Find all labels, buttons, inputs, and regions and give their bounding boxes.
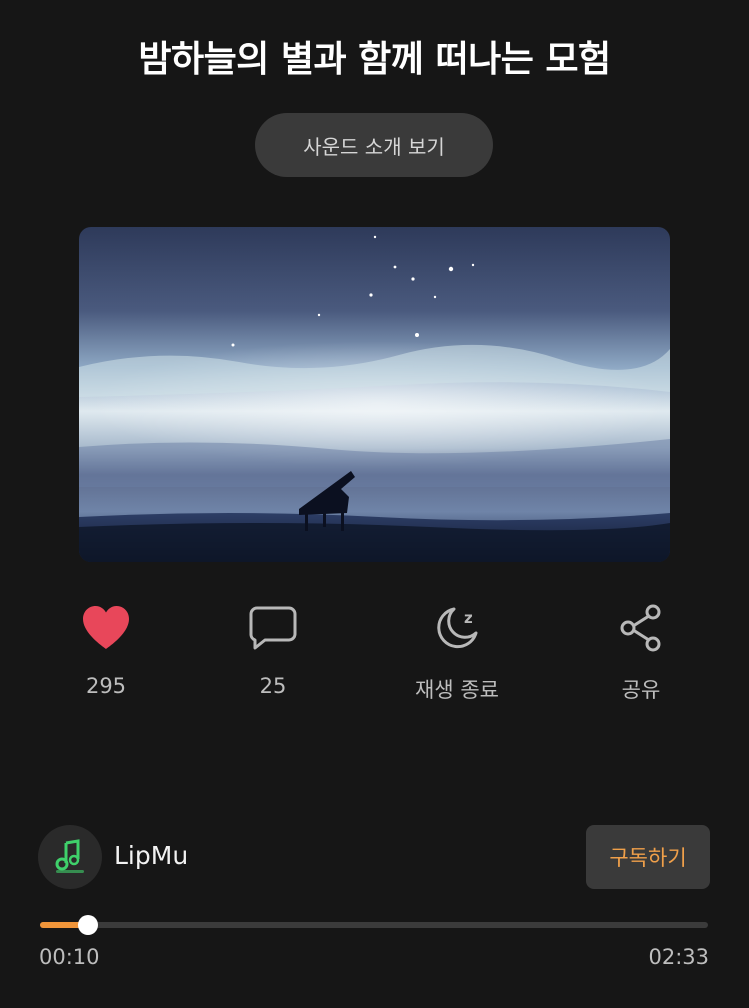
page-title: 밤하늘의 별과 함께 떠나는 모험 [138, 39, 611, 80]
creator-name[interactable]: LipMu [114, 841, 188, 870]
cover-artwork [79, 227, 670, 562]
svg-text:z: z [464, 609, 473, 627]
progress-track[interactable] [40, 922, 708, 928]
comment-count: 25 [259, 674, 287, 698]
share-icon [613, 600, 669, 656]
sleep-timer-button[interactable]: z 재생 종료 [387, 600, 527, 710]
progress-slider[interactable] [40, 915, 708, 935]
sound-intro-button[interactable]: 사운드 소개 보기 [255, 113, 493, 177]
music-note-logo-icon [55, 839, 84, 873]
moon-icon: z [429, 600, 485, 656]
heart-icon [78, 600, 134, 656]
creator-row: LipMu 구독하기 [38, 825, 710, 889]
comment-button[interactable]: 25 [203, 600, 343, 710]
night-sky-piano-image [79, 227, 670, 562]
avatar[interactable] [38, 825, 102, 889]
progress-thumb[interactable] [78, 915, 98, 935]
share-label: 공유 [621, 678, 661, 702]
like-button[interactable]: 295 [36, 600, 176, 710]
current-time: 00:10 [39, 945, 100, 969]
comment-icon [245, 600, 301, 656]
action-bar: 295 25 z 재생 종료 공유 [0, 600, 749, 710]
total-time: 02:33 [648, 945, 709, 969]
share-button[interactable]: 공유 [571, 600, 711, 710]
subscribe-button[interactable]: 구독하기 [586, 825, 710, 889]
like-count: 295 [85, 674, 127, 698]
sleep-timer-label: 재생 종료 [415, 678, 499, 702]
